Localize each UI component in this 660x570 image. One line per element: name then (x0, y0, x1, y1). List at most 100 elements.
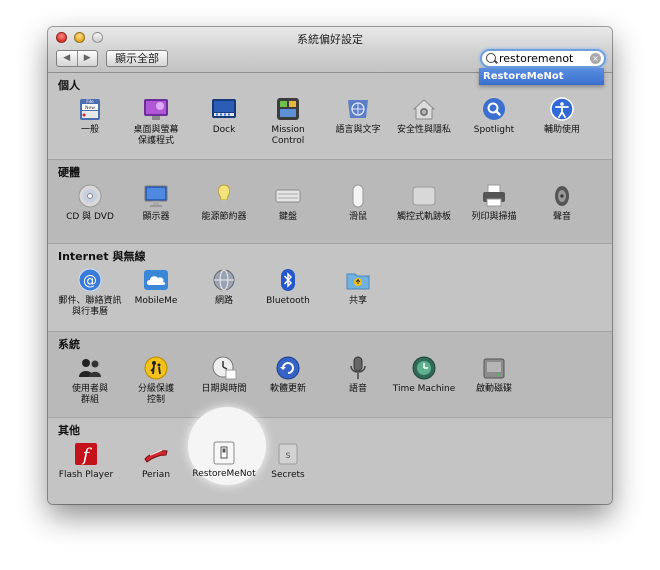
pref-time-machine[interactable]: Time Machine (388, 354, 460, 395)
show-all-button[interactable]: 顯示全部 (106, 50, 168, 67)
desktop-screensaver-icon (141, 95, 171, 123)
pref-label: 鍵盤 (278, 212, 297, 222)
pref-label: Dock (212, 125, 236, 135)
keyboard-icon (273, 182, 303, 210)
search-field[interactable]: restoremenot × (480, 49, 606, 68)
pref-label: Time Machine (392, 384, 456, 394)
accessibility-icon (547, 95, 577, 123)
pref-bluetooth[interactable]: Bluetooth (252, 266, 324, 307)
pref-security-privacy[interactable]: 安全性與隱私 (388, 95, 460, 136)
pref-users-groups[interactable]: 使用者與 群組 (54, 354, 126, 406)
pref-date-time[interactable]: 日期與時間 (188, 354, 260, 395)
clear-search-icon[interactable]: × (590, 53, 601, 64)
pref-desktop-screensaver[interactable]: 桌面與螢幕 保護程式 (120, 95, 192, 147)
pref-language-text[interactable]: 語言與文字 (322, 95, 394, 136)
bluetooth-icon (273, 266, 303, 294)
pref-label: 日期與時間 (201, 384, 247, 394)
pref-label: 聲音 (552, 212, 571, 222)
section-internet: Internet 與無線 @ 郵件、聯絡資訊 與行事曆 MobileMe 網路 … (48, 243, 612, 331)
lightbulb-icon (209, 182, 239, 210)
pref-energy-saver[interactable]: 能源節約器 (188, 182, 260, 223)
parental-controls-icon (141, 354, 171, 382)
pref-sound[interactable]: 聲音 (526, 182, 598, 223)
pref-label: 桌面與螢幕 保護程式 (133, 125, 179, 146)
secrets-icon: s (273, 440, 303, 468)
forward-button[interactable]: ▶ (76, 51, 98, 66)
pref-software-update[interactable]: 軟體更新 (252, 354, 324, 395)
pref-label: Mission Control (271, 125, 305, 146)
house-lock-icon (409, 95, 439, 123)
pref-label: 一般 (80, 125, 99, 135)
file-new-open-icon: File New (75, 95, 105, 123)
perian-knife-icon (141, 440, 171, 468)
pref-restoremenot[interactable]: RestoreMeNot (188, 439, 260, 480)
pref-keyboard[interactable]: 鍵盤 (252, 182, 324, 223)
pref-label: MobileMe (134, 296, 178, 306)
pref-speech[interactable]: 語音 (322, 354, 394, 395)
pref-label: 使用者與 群組 (71, 384, 108, 405)
magnifier-icon (479, 95, 509, 123)
section-title-other: 其他 (58, 424, 80, 437)
pref-label: Secrets (271, 470, 305, 480)
pref-label: 能源節約器 (201, 212, 247, 222)
users-icon (75, 354, 105, 382)
search-input[interactable]: restoremenot (499, 51, 573, 66)
pref-label: 輔助使用 (543, 125, 580, 135)
search-icon (486, 53, 496, 63)
cloud-icon (141, 266, 171, 294)
pref-mobileme[interactable]: MobileMe (120, 266, 192, 307)
flash-icon: f (71, 440, 101, 468)
pref-mission-control[interactable]: Mission Control (252, 95, 324, 147)
nav-back-forward: ◀ ▶ (56, 50, 98, 67)
shared-folder-icon (343, 266, 373, 294)
disc-icon (75, 182, 105, 210)
pref-mouse[interactable]: 滑鼠 (322, 182, 394, 223)
pref-startup-disk[interactable]: 啟動磁碟 (458, 354, 530, 395)
pref-label: Perian (141, 470, 171, 480)
section-other: 其他 f Flash Player Perian s Secrets (48, 417, 612, 504)
pref-label: CD 與 DVD (66, 212, 114, 222)
pref-label: 觸控式軌跡板 (396, 212, 451, 222)
trackpad-icon (409, 182, 439, 210)
pref-label: 共享 (348, 296, 367, 306)
pref-label: Flash Player (58, 470, 114, 480)
pref-label: 軟體更新 (269, 384, 306, 394)
clock-calendar-icon (209, 354, 239, 382)
pref-label: 網路 (214, 296, 233, 306)
dock-icon (209, 95, 239, 123)
time-machine-icon (409, 354, 439, 382)
pref-label: 安全性與隱私 (396, 125, 451, 135)
pref-spotlight[interactable]: Spotlight (458, 95, 530, 136)
section-title-personal: 個人 (58, 79, 80, 92)
pref-general[interactable]: File New 一般 (54, 95, 126, 136)
pref-sharing[interactable]: 共享 (322, 266, 394, 307)
window-title: 系統偏好設定 (297, 33, 363, 46)
pref-network[interactable]: 網路 (188, 266, 260, 307)
pref-trackpad[interactable]: 觸控式軌跡板 (388, 182, 460, 223)
printer-icon (479, 182, 509, 210)
flag-globe-icon (343, 95, 373, 123)
section-system: 系統 使用者與 群組 分級保護 控制 日期與時間 軟體更新 語音 Time Ma… (48, 331, 612, 417)
pref-label: Bluetooth (266, 296, 310, 306)
title-bar: 系統偏好設定 ◀ ▶ 顯示全部 restoremenot × (48, 27, 612, 73)
section-hardware: 硬體 CD 與 DVD 顯示器 能源節約器 鍵盤 滑鼠 觸控式軌跡板 列印與掃描… (48, 159, 612, 243)
section-title-system: 系統 (58, 338, 80, 351)
pref-accessibility[interactable]: 輔助使用 (526, 95, 598, 136)
pref-dock[interactable]: Dock (188, 95, 260, 136)
pref-displays[interactable]: 顯示器 (120, 182, 192, 223)
pref-mail-contacts[interactable]: @ 郵件、聯絡資訊 與行事曆 (50, 266, 130, 318)
pref-label: 郵件、聯絡資訊 與行事曆 (58, 296, 122, 317)
pref-label: 分級保護 控制 (137, 384, 174, 405)
monitor-icon (141, 182, 171, 210)
pref-perian[interactable]: Perian (120, 440, 192, 481)
pref-flash-player[interactable]: f Flash Player (50, 440, 122, 481)
secrets-glyph: s (285, 450, 290, 461)
pref-label: RestoreMeNot (192, 469, 256, 479)
pref-cd-dvd[interactable]: CD 與 DVD (54, 182, 126, 223)
pref-print-scan[interactable]: 列印與掃描 (458, 182, 530, 223)
pref-parental-controls[interactable]: 分級保護 控制 (120, 354, 192, 406)
search-suggestion[interactable]: RestoreMeNot (479, 68, 604, 85)
file-small-glyph: File (86, 99, 94, 105)
section-title-internet: Internet 與無線 (58, 250, 146, 263)
back-button[interactable]: ◀ (57, 51, 77, 66)
